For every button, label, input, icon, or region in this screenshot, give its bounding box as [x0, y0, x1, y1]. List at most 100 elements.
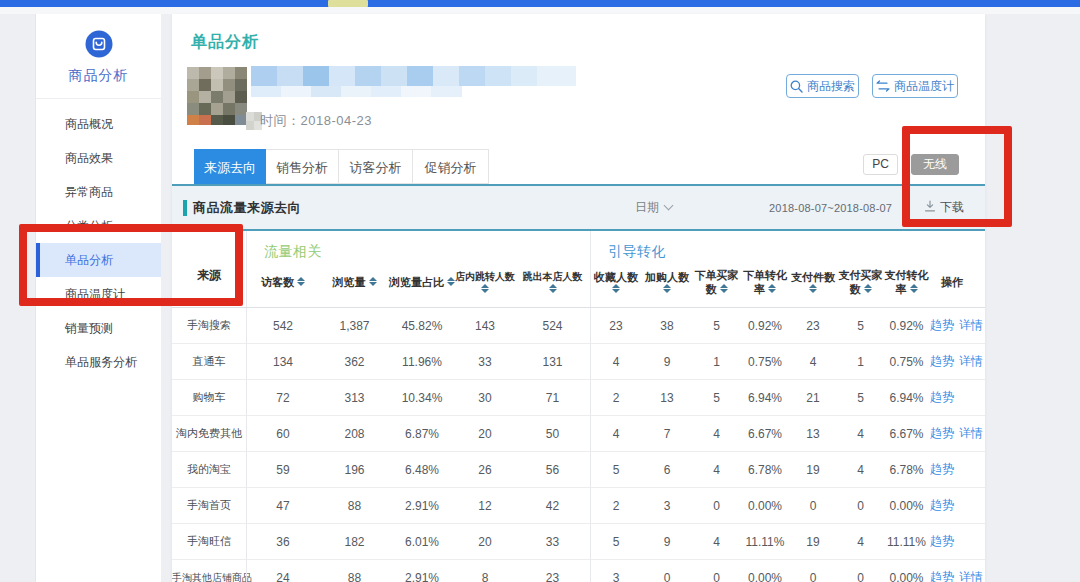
- sidebar-item-0[interactable]: 商品概况: [36, 107, 161, 141]
- scrollbar-thumb[interactable]: [328, 0, 368, 7]
- row-3-action-trend[interactable]: 趋势: [930, 426, 954, 440]
- row-4-value-6: 6: [642, 463, 692, 477]
- row-4-action-trend[interactable]: 趋势: [930, 462, 954, 476]
- sidebar-item-5[interactable]: 商品温度计: [36, 277, 161, 311]
- row-7-action-trend[interactable]: 趋势: [930, 570, 954, 582]
- column-header-9[interactable]: 下单转化率: [741, 259, 789, 304]
- sidebar-item-4[interactable]: 单品分析: [36, 243, 161, 277]
- row-1-value-2: 11.96%: [389, 355, 455, 369]
- row-4-value-3: 26: [455, 463, 515, 477]
- table-row-6: 手淘旺信361826.01%203359411.11%19411.11%趋势: [172, 524, 985, 560]
- column-header-8[interactable]: 下单买家数: [692, 259, 741, 304]
- row-5-value-1: 88: [320, 499, 389, 513]
- sidebar-logo-label: 商品分析: [36, 67, 161, 85]
- row-0-action-detail[interactable]: 详情: [959, 318, 983, 332]
- row-2-action-trend[interactable]: 趋势: [930, 390, 954, 404]
- row-3-action-detail[interactable]: 详情: [959, 426, 983, 440]
- top-actions: 商品搜索 商品温度计: [786, 74, 958, 98]
- row-7-value-10: 0: [837, 571, 884, 582]
- row-0-value-4: 524: [515, 319, 590, 333]
- row-7-action-detail[interactable]: 详情: [959, 570, 983, 582]
- sidebar-item-3[interactable]: 分类分析: [36, 209, 161, 243]
- row-3-value-0: 60: [246, 427, 320, 441]
- table-header: 流量相关 引导转化 来源 访客数浏览量浏览量占比店内跳转人数跳出本店人数收藏人数…: [172, 231, 985, 308]
- row-6-value-2: 6.01%: [389, 535, 455, 549]
- row-6-value-1: 182: [320, 535, 389, 549]
- column-header-5[interactable]: 跳出本店人数: [515, 259, 590, 304]
- column-header-1[interactable]: 访客数: [246, 259, 320, 304]
- row-5-value-8: 0.00%: [741, 499, 789, 513]
- sidebar-item-2[interactable]: 异常商品: [36, 175, 161, 209]
- row-0-value-1: 1,387: [320, 319, 389, 333]
- column-header-11[interactable]: 支付买家数: [837, 259, 884, 304]
- row-0-value-0: 542: [246, 319, 320, 333]
- exchange-arrows-icon: [876, 80, 890, 92]
- row-4-value-5: 5: [590, 463, 642, 477]
- column-header-7[interactable]: 加购人数: [642, 259, 692, 304]
- row-0-value-9: 23: [789, 319, 837, 333]
- sidebar-item-1[interactable]: 商品效果: [36, 141, 161, 175]
- row-5-value-4: 42: [515, 499, 590, 513]
- date-filter-dropdown[interactable]: 日期: [635, 186, 672, 229]
- row-3-value-11: 6.67%: [884, 427, 929, 441]
- column-header-4[interactable]: 店内跳转人数: [455, 259, 515, 304]
- column-header-12[interactable]: 支付转化率: [884, 259, 929, 304]
- row-1-action-trend[interactable]: 趋势: [930, 354, 954, 368]
- row-6-action-trend[interactable]: 趋势: [930, 534, 954, 548]
- row-1-action-detail[interactable]: 详情: [959, 354, 983, 368]
- column-header-6[interactable]: 收藏人数: [590, 259, 642, 304]
- row-2-value-5: 2: [590, 391, 642, 405]
- product-thermometer-button[interactable]: 商品温度计: [872, 74, 958, 98]
- listing-time-text: 时间：2018-04-23: [260, 112, 372, 130]
- row-0-value-5: 23: [590, 319, 642, 333]
- sidebar: 商品分析 商品概况商品效果异常商品分类分析单品分析商品温度计销量预测单品服务分析: [35, 14, 161, 582]
- tab-0[interactable]: 来源去向: [194, 149, 266, 184]
- row-6-value-7: 4: [692, 535, 741, 549]
- column-header-13: 操作: [929, 259, 975, 304]
- download-icon: [924, 200, 936, 215]
- tab-1[interactable]: 销售分析: [266, 149, 339, 184]
- row-7-value-0: 24: [246, 571, 320, 582]
- row-5-actions: 趋势: [929, 497, 975, 514]
- download-link[interactable]: 下载: [924, 186, 964, 229]
- column-header-3[interactable]: 浏览量占比: [389, 259, 455, 304]
- table-body: 手淘搜索5421,38745.82%143524233850.92%2350.9…: [172, 308, 985, 582]
- row-2-value-9: 21: [789, 391, 837, 405]
- row-4-value-8: 6.78%: [741, 463, 789, 477]
- row-7-source: 手淘其他店铺商品: [172, 571, 246, 582]
- column-header-10[interactable]: 支付件数: [789, 259, 837, 304]
- tab-3[interactable]: 促销分析: [413, 149, 489, 184]
- device-toggle-wireless[interactable]: 无线: [911, 154, 959, 175]
- table-row-7: 手淘其他店铺商品24882.91%8233000.00%000.00%趋势详情: [172, 560, 985, 582]
- sidebar-item-7[interactable]: 单品服务分析: [36, 345, 161, 379]
- row-0-action-trend[interactable]: 趋势: [930, 318, 954, 332]
- row-6-value-4: 33: [515, 535, 590, 549]
- device-toggle-pc[interactable]: PC: [863, 154, 898, 175]
- row-4-value-0: 59: [246, 463, 320, 477]
- row-7-value-9: 0: [789, 571, 837, 582]
- row-1-value-6: 9: [642, 355, 692, 369]
- row-3-value-5: 4: [590, 427, 642, 441]
- row-7-value-7: 0: [692, 571, 741, 582]
- row-4-value-11: 6.78%: [884, 463, 929, 477]
- column-header-2[interactable]: 浏览量: [320, 259, 389, 304]
- row-3-source: 淘内免费其他: [172, 426, 246, 441]
- date-filter-label: 日期: [635, 199, 659, 216]
- row-2-value-1: 313: [320, 391, 389, 405]
- product-search-button[interactable]: 商品搜索: [786, 74, 859, 98]
- row-1-value-0: 134: [246, 355, 320, 369]
- analysis-tabs: 来源去向销售分析访客分析促销分析: [194, 149, 489, 184]
- row-4-source: 我的淘宝: [172, 462, 246, 477]
- row-4-value-2: 6.48%: [389, 463, 455, 477]
- row-0-source: 手淘搜索: [172, 318, 246, 333]
- row-1-value-5: 4: [590, 355, 642, 369]
- row-5-action-trend[interactable]: 趋势: [930, 498, 954, 512]
- row-5-value-10: 0: [837, 499, 884, 513]
- row-1-value-7: 1: [692, 355, 741, 369]
- row-5-value-5: 2: [590, 499, 642, 513]
- tab-2[interactable]: 访客分析: [339, 149, 413, 184]
- row-7-value-4: 23: [515, 571, 590, 582]
- sidebar-item-6[interactable]: 销量预测: [36, 311, 161, 345]
- row-6-source: 手淘旺信: [172, 534, 246, 549]
- row-6-actions: 趋势: [929, 533, 975, 550]
